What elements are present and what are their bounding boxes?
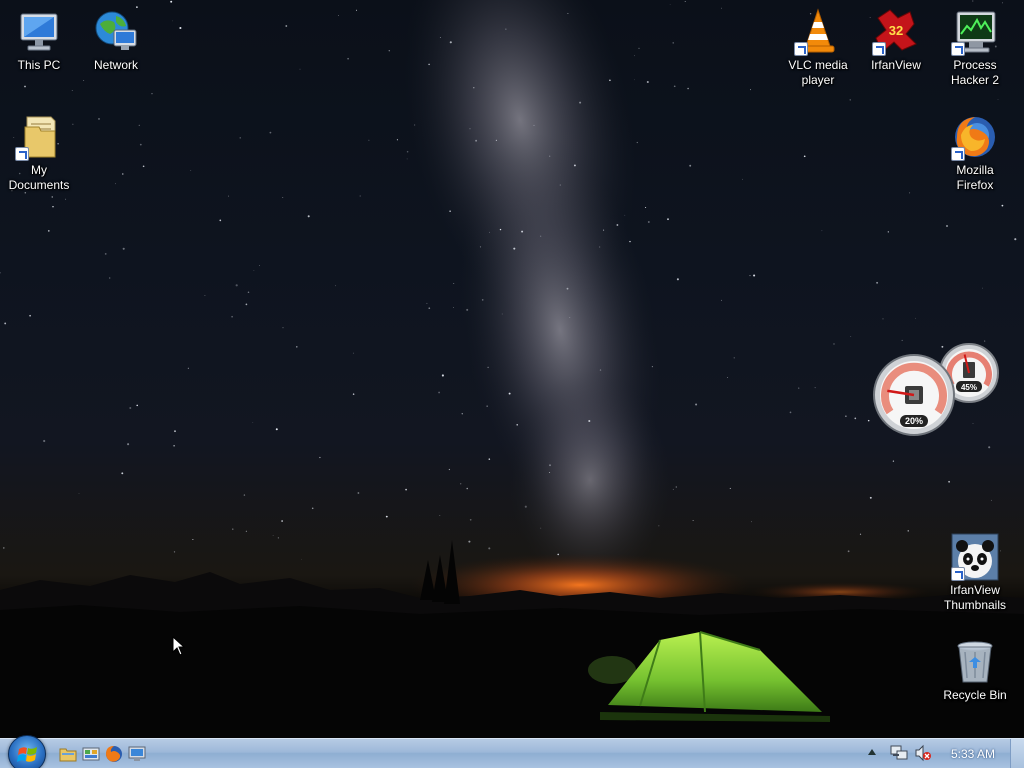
mouse-cursor-icon xyxy=(172,635,186,656)
computer-icon xyxy=(15,8,63,56)
taskbar: 5:33 AM xyxy=(0,735,1024,768)
panda-icon xyxy=(951,533,999,581)
desktop-icon-process-hacker[interactable]: Process Hacker 2 xyxy=(937,2,1013,88)
control-panel-icon[interactable] xyxy=(81,744,101,764)
network-icon[interactable] xyxy=(890,744,908,762)
file-explorer-icon[interactable] xyxy=(58,744,78,764)
recycle-bin-icon xyxy=(951,638,999,686)
irfanview-icon: 32 xyxy=(872,8,920,56)
desktop-icon-label: Process Hacker 2 xyxy=(950,58,1000,87)
desktop-icon-label: This PC xyxy=(17,58,61,72)
shortcut-arrow-icon xyxy=(951,42,965,56)
desktop-icon-my-documents[interactable]: My Documents xyxy=(1,107,77,193)
desktop-icon-label: VLC media player xyxy=(788,58,848,87)
cpu-dial: 20% xyxy=(873,354,955,436)
desktop-icon-this-pc[interactable]: This PC xyxy=(1,2,77,73)
night-sky-landscape xyxy=(0,0,1024,738)
desktop-icon-irfanview-thumbnails[interactable]: IrfanView Thumbnails xyxy=(937,527,1013,613)
windows-logo-icon xyxy=(17,747,37,762)
desktop-icon-label: Recycle Bin xyxy=(943,688,1007,702)
shortcut-arrow-icon xyxy=(15,147,29,161)
desktop-icon-label: Network xyxy=(93,58,138,72)
desktop-icon-label: Mozilla Firefox xyxy=(956,163,994,192)
remote-desktop-icon[interactable] xyxy=(127,744,147,764)
taskbar-clock[interactable]: 5:33 AM xyxy=(940,739,1006,768)
firefox-icon[interactable] xyxy=(104,744,124,764)
start-button[interactable] xyxy=(8,735,46,768)
show-desktop-button[interactable] xyxy=(1010,739,1024,768)
cpu-percent-label: 20% xyxy=(905,416,923,426)
cpu-meter-gadget[interactable]: 45% 20% xyxy=(872,340,1002,440)
volume-muted-icon[interactable] xyxy=(914,744,932,762)
shortcut-arrow-icon xyxy=(951,567,965,581)
desktop-icon-label: IrfanView xyxy=(871,58,921,72)
desktop-icon-label: My Documents xyxy=(8,163,70,192)
documents-folder-icon xyxy=(15,113,63,161)
show-hidden-icons-chevron-icon[interactable] xyxy=(868,749,876,755)
desktop-wallpaper xyxy=(0,0,1024,738)
network-globe-icon xyxy=(92,8,140,56)
irfanview-badge: 32 xyxy=(889,23,903,38)
firefox-icon xyxy=(951,113,999,161)
desktop-icon-firefox[interactable]: Mozilla Firefox xyxy=(937,107,1013,193)
shortcut-arrow-icon xyxy=(872,42,886,56)
desktop-icon-irfanview[interactable]: 32 IrfanView xyxy=(858,2,934,73)
memory-percent-label: 45% xyxy=(961,383,977,392)
desktop-icon-network[interactable]: Network xyxy=(78,2,154,73)
process-hacker-icon xyxy=(951,8,999,56)
desktop-icon-vlc[interactable]: VLC media player xyxy=(780,2,856,88)
vlc-cone-icon xyxy=(794,8,842,56)
shortcut-arrow-icon xyxy=(794,42,808,56)
desktop-icon-recycle-bin[interactable]: Recycle Bin xyxy=(937,632,1013,703)
shortcut-arrow-icon xyxy=(951,147,965,161)
desktop-icon-label: IrfanView Thumbnails xyxy=(943,583,1007,612)
